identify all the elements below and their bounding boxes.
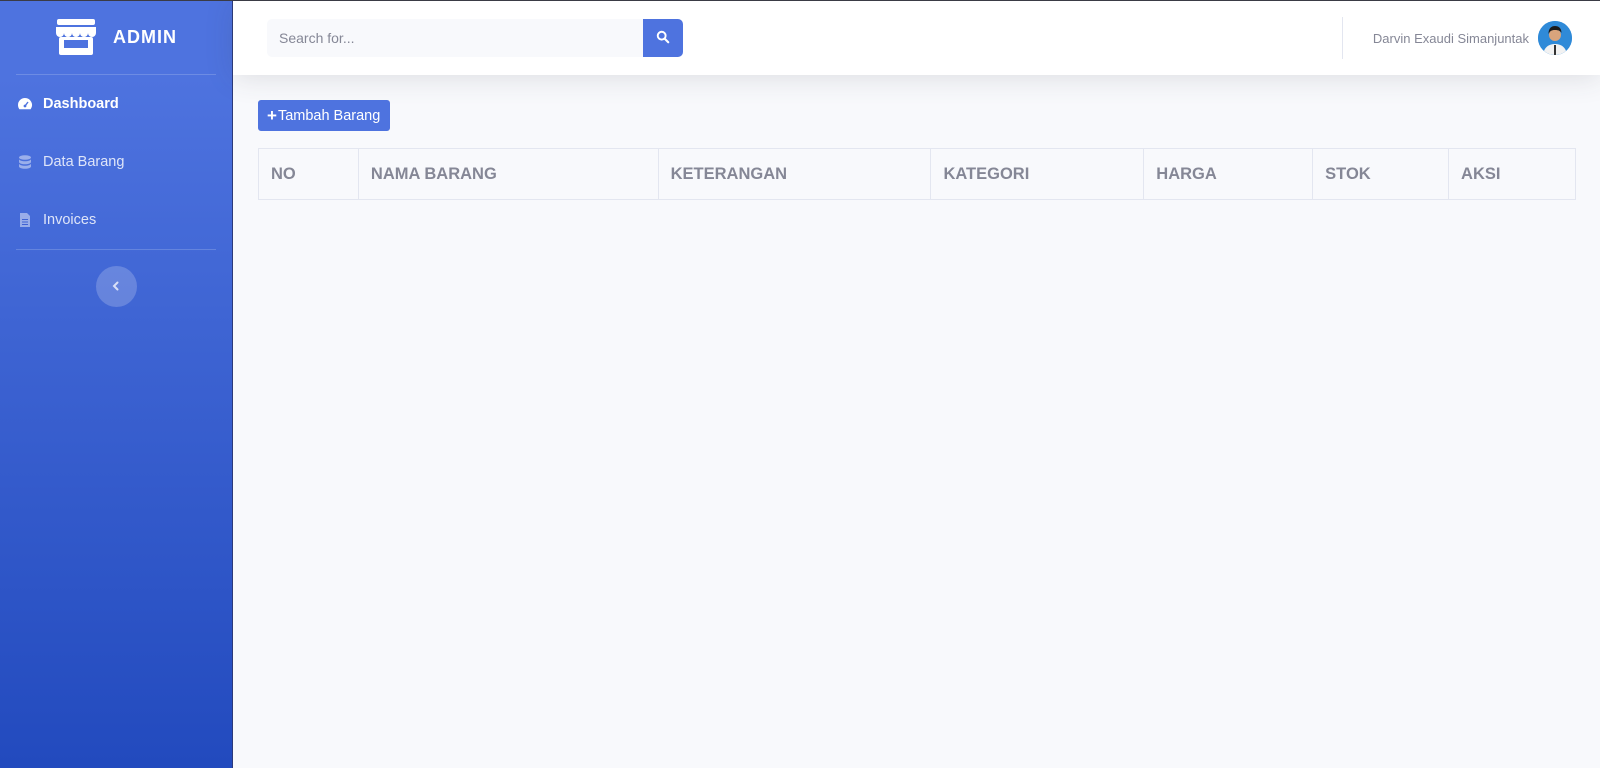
search-icon [656, 30, 670, 47]
column-header-keterangan[interactable]: KETERANGAN [657, 148, 932, 200]
tachometer-icon [17, 96, 33, 112]
table-header-row: NO NAMA BARANG KETERANGAN KATEGORI HARGA… [258, 148, 1576, 200]
column-header-no[interactable]: NO [258, 148, 359, 200]
database-icon [17, 154, 33, 170]
column-header-nama-barang[interactable]: NAMA BARANG [357, 148, 659, 200]
sidebar-item-label: Dashboard [43, 96, 119, 112]
sidebar: ADMIN Dashboard Data Barang Invoices [0, 0, 233, 768]
topbar: Darvin Exaudi Simanjuntak [233, 1, 1600, 75]
items-table: NO NAMA BARANG KETERANGAN KATEGORI HARGA… [258, 148, 1576, 200]
column-header-harga[interactable]: HARGA [1143, 148, 1314, 200]
store-icon [55, 19, 97, 55]
column-header-kategori[interactable]: KATEGORI [930, 148, 1145, 200]
add-item-label: Tambah Barang [277, 107, 381, 124]
column-header-stok[interactable]: STOK [1312, 148, 1450, 200]
sidebar-item-label: Invoices [43, 212, 97, 228]
column-header-aksi[interactable]: AKSI [1448, 148, 1576, 200]
search-button[interactable] [643, 19, 683, 57]
sidebar-brand[interactable]: ADMIN [0, 0, 232, 74]
brand-title: ADMIN [113, 26, 177, 47]
add-item-button[interactable]: + Tambah Barang [258, 100, 391, 131]
main-content: + Tambah Barang NO NAMA BARANG KETERANGA… [258, 100, 1576, 200]
avatar[interactable] [1538, 21, 1572, 55]
sidebar-toggle-button[interactable] [95, 266, 137, 307]
search-input[interactable] [267, 19, 643, 57]
window-top-border [0, 0, 1600, 1]
search-group [267, 19, 683, 57]
chevron-left-icon [111, 278, 121, 296]
file-icon [17, 212, 33, 228]
sidebar-item-label: Data Barang [43, 154, 125, 170]
sidebar-item-invoices[interactable]: Invoices [0, 191, 232, 249]
sidebar-item-data-barang[interactable]: Data Barang [0, 133, 232, 191]
sidebar-item-dashboard[interactable]: Dashboard [0, 75, 232, 133]
user-name[interactable]: Darvin Exaudi Simanjuntak [1373, 31, 1529, 46]
topbar-divider [1341, 17, 1343, 59]
plus-icon: + [267, 106, 277, 125]
